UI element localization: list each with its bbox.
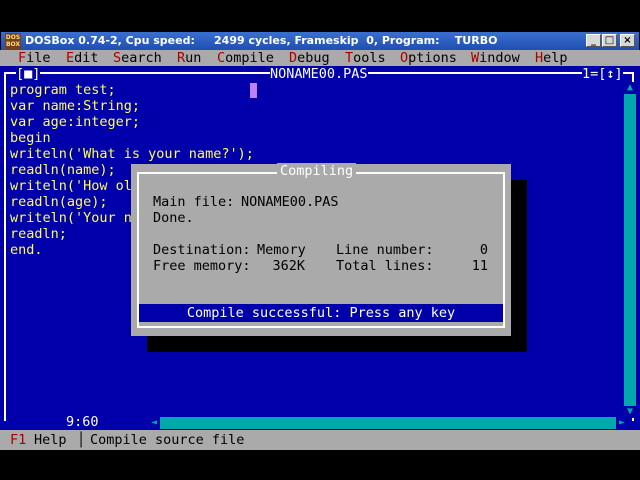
cursor-position: 9:60 xyxy=(66,414,99,430)
editor-file-title: NONAME00.PAS xyxy=(270,66,368,82)
compiling-dialog[interactable]: Compiling Main file: NONAME00.PAS Done. … xyxy=(131,163,511,336)
code-line: program test; xyxy=(10,82,116,98)
menu-hotkey: R xyxy=(177,50,186,66)
menu-label: elp xyxy=(543,50,568,66)
destination-value: Memory xyxy=(257,242,306,258)
main-file-value: NONAME00.PAS xyxy=(241,194,339,210)
menu-label: indow xyxy=(479,50,520,66)
menu-search[interactable]: Search xyxy=(113,50,162,66)
total-lines-label: Total lines: xyxy=(336,258,434,274)
menu-hotkey: W xyxy=(471,50,480,66)
done-text: Done. xyxy=(153,210,194,226)
editor-bottom-frame: 9:60 ◄ ► xyxy=(4,414,634,430)
menu-hotkey: D xyxy=(289,50,298,66)
dos-screen[interactable]: File Edit Search Run Compile Debug Tools… xyxy=(0,50,640,450)
menu-hotkey: T xyxy=(345,50,354,66)
dosbox-app-icon: DOS BOX xyxy=(5,33,21,49)
free-memory-value: 362K xyxy=(272,258,305,274)
horizontal-scrollbar[interactable]: ◄ ► xyxy=(148,417,628,429)
menu-hotkey: O xyxy=(400,50,409,66)
vertical-scrollbar[interactable]: ▲ ▼ xyxy=(624,82,636,418)
minimize-button[interactable]: _ xyxy=(586,34,601,47)
window-title: DOSBox 0.74-2, Cpu speed: 2499 cycles, F… xyxy=(25,34,498,47)
menu-label: dit xyxy=(74,50,99,66)
menu-hotkey: F xyxy=(18,50,27,66)
scroll-left-icon[interactable]: ◄ xyxy=(148,417,160,429)
menu-label: ompile xyxy=(225,50,274,66)
menu-hotkey: H xyxy=(535,50,544,66)
help-status-bar: F1 Help │ Compile source file xyxy=(0,430,640,450)
menu-label: earch xyxy=(121,50,162,66)
editor-close-box[interactable]: [■] xyxy=(16,66,41,82)
status-hint: Compile source file xyxy=(90,432,245,448)
menu-compile[interactable]: Compile xyxy=(217,50,274,66)
menu-label: ile xyxy=(26,50,51,66)
code-line: var age:integer; xyxy=(10,114,141,130)
menu-run[interactable]: Run xyxy=(177,50,201,66)
menu-label: ptions xyxy=(408,50,457,66)
maximize-button[interactable]: □ xyxy=(602,34,617,47)
menu-bar: File Edit Search Run Compile Debug Tools… xyxy=(0,50,640,66)
text-cursor xyxy=(250,83,257,98)
line-number-label: Line number: xyxy=(336,242,434,258)
menu-debug[interactable]: Debug xyxy=(289,50,330,66)
total-lines-value: 11 xyxy=(471,258,488,274)
code-line: writeln('What is your name?'); xyxy=(10,146,254,162)
menu-window[interactable]: Window xyxy=(471,50,520,66)
close-button[interactable]: × xyxy=(620,34,635,47)
window-title-bar[interactable]: DOS BOX DOSBox 0.74-2, Cpu speed: 2499 c… xyxy=(1,32,639,50)
menu-options[interactable]: Options xyxy=(400,50,457,66)
menu-help[interactable]: Help xyxy=(535,50,568,66)
dialog-title: Compiling xyxy=(277,163,357,179)
compile-status-message[interactable]: Compile successful: Press any key xyxy=(139,304,503,322)
destination-label: Destination: xyxy=(153,242,251,258)
menu-label: un xyxy=(185,50,202,66)
menu-tools[interactable]: Tools xyxy=(345,50,386,66)
menu-label: ools xyxy=(353,50,386,66)
menu-label: ebug xyxy=(297,50,330,66)
code-line: begin xyxy=(10,130,51,146)
menu-hotkey: S xyxy=(113,50,122,66)
status-separator: │ xyxy=(77,432,86,448)
menu-hotkey: C xyxy=(217,50,226,66)
main-file-label: Main file: xyxy=(153,194,235,210)
scroll-up-icon[interactable]: ▲ xyxy=(624,82,636,94)
f1-key[interactable]: F1 xyxy=(10,432,26,448)
menu-hotkey: E xyxy=(66,50,75,66)
editor-window-number-zoom[interactable]: 1=[↕] xyxy=(582,66,623,82)
f1-help-label[interactable]: Help xyxy=(34,432,67,448)
free-memory-label: Free memory: xyxy=(153,258,251,274)
code-line: var name:String; xyxy=(10,98,141,114)
scroll-right-icon[interactable]: ► xyxy=(616,417,628,429)
line-number-value: 0 xyxy=(479,242,488,258)
menu-file[interactable]: File xyxy=(18,50,51,66)
menu-edit[interactable]: Edit xyxy=(66,50,99,66)
